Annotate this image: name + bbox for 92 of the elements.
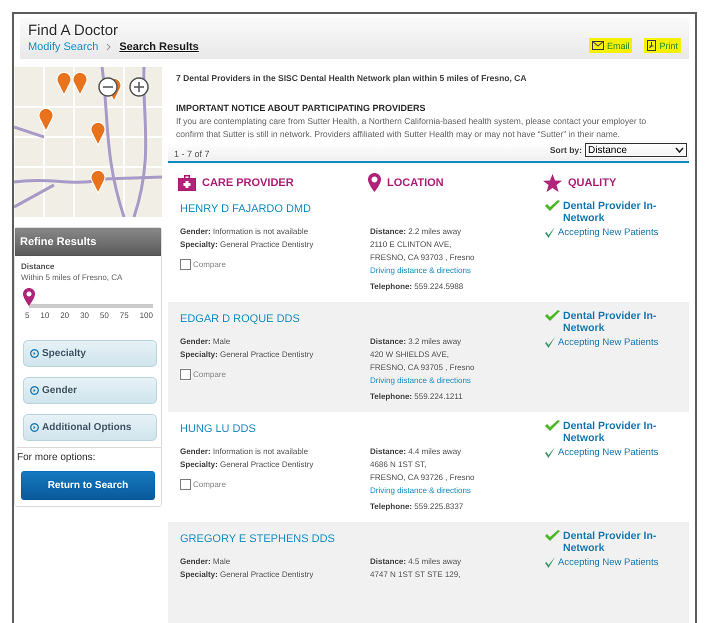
- column-header: CARE PROVIDER: [202, 176, 294, 188]
- directions-link[interactable]: Driving distance & directions: [370, 264, 471, 277]
- tick-label: 30: [80, 311, 89, 320]
- network-status-link[interactable]: Dental Provider In-Network: [563, 200, 673, 224]
- expand-icon: [30, 386, 39, 395]
- notice-title: IMPORTANT NOTICE ABOUT PARTICIPATING PROVIDERS: [176, 103, 426, 113]
- chevron-right-icon: [106, 43, 112, 51]
- checkbox[interactable]: [180, 479, 191, 490]
- column-header: QUALITY: [568, 176, 616, 188]
- directions-link[interactable]: Driving distance & directions: [370, 484, 471, 497]
- check-icon: [545, 227, 555, 238]
- compare-checkbox[interactable]: Compare: [180, 259, 226, 270]
- results-summary: 7 Dental Providers in the SISC Dental Health Network plan within 5 miles of Fresno, CA: [176, 73, 528, 83]
- zoom-in-button[interactable]: [129, 77, 149, 97]
- network-status-link[interactable]: Dental Provider In-Network: [563, 310, 673, 334]
- provider-gender: Gender: Male: [180, 556, 230, 568]
- email-link[interactable]: Email: [588, 38, 632, 53]
- provider-name-link[interactable]: HUNG LU DDS: [180, 423, 256, 435]
- address-line: FRESNO, CA 93726 , Fresno: [370, 472, 474, 484]
- provider-specialty: Specialty: General Practice Dentistry: [180, 569, 314, 581]
- telephone-text: Telephone: 559.224.1211: [370, 391, 463, 403]
- provider-name-link[interactable]: EDGAR D ROQUE DDS: [180, 313, 300, 325]
- sort-label: Sort by:: [550, 145, 582, 155]
- check-icon: [545, 447, 555, 458]
- address-line: 2110 E CLINTON AVE,: [370, 239, 452, 251]
- chevron-down-icon: [675, 147, 684, 153]
- envelope-icon: [592, 41, 604, 50]
- print-link[interactable]: Print: [644, 38, 681, 53]
- distance-text: Distance: 4.4 miles away: [370, 446, 462, 458]
- telephone-text: Telephone: 559.224.5988: [370, 281, 464, 293]
- accepting-patients-link[interactable]: Accepting New Patients: [558, 557, 658, 568]
- compare-checkbox[interactable]: Compare: [180, 479, 226, 490]
- tick-label: 10: [40, 311, 50, 320]
- tick-label: 20: [60, 311, 70, 320]
- distance-text: Distance: 2.2 miles away: [370, 226, 462, 238]
- check-icon: [545, 557, 555, 568]
- check-icon: [545, 337, 555, 348]
- document-icon: [647, 40, 656, 51]
- return-to-search-button[interactable]: Return to Search: [21, 471, 155, 500]
- notice-text: If you are contemplating care from Sutter Health, a Northern California-based health system, please contact your employer to confirm that Sutter is still in network. Providers affiliated with Sutter Health may or may not have “Sutter” in their name.: [176, 115, 648, 141]
- checkbox[interactable]: [180, 369, 191, 380]
- provider-specialty: Specialty: General Practice Dentistry: [180, 349, 314, 361]
- provider-specialty: Specialty: General Practice Dentistry: [180, 239, 314, 251]
- check-icon: [545, 530, 560, 542]
- tick-label: 50: [100, 311, 109, 320]
- address-line: FRESNO, CA 93703 , Fresno: [370, 252, 474, 264]
- network-status-link[interactable]: Dental Provider In-Network: [563, 420, 673, 444]
- distance-text: Distance: 3.2 miles away: [370, 336, 462, 348]
- provider-gender: Gender: Information is not available: [180, 226, 308, 238]
- check-icon: [545, 310, 560, 322]
- address-line: FRESNO, CA 93705 , Fresno: [370, 362, 474, 374]
- distance-text: Distance: 4.5 miles away: [370, 556, 462, 568]
- checkbox[interactable]: [180, 259, 191, 270]
- accepting-patients-link[interactable]: Accepting New Patients: [558, 337, 658, 348]
- directions-link[interactable]: Driving distance & directions: [370, 374, 471, 387]
- check-icon: [545, 200, 560, 212]
- sort-dropdown[interactable]: Distance: [585, 143, 687, 157]
- more-options-label: For more options:: [17, 447, 161, 463]
- accepting-patients-link[interactable]: Accepting New Patients: [558, 447, 658, 458]
- results-count: 1 - 7 of 7: [174, 149, 210, 161]
- filter-label: Distance: [21, 262, 56, 271]
- breadcrumb-link[interactable]: Search Results: [119, 41, 199, 53]
- page-title: Find A Doctor: [28, 22, 120, 39]
- filter-toggle[interactable]: Specialty: [23, 340, 157, 367]
- slider-handle[interactable]: [23, 288, 35, 306]
- map-pin-icon: [368, 173, 381, 192]
- filter-toggle[interactable]: Additional Options: [23, 414, 157, 441]
- provider-specialty: Specialty: General Practice Dentistry: [180, 459, 314, 471]
- panel-header: Refine Results: [15, 228, 161, 256]
- column-header: LOCATION: [387, 176, 444, 188]
- breadcrumb-link[interactable]: Modify Search: [28, 41, 98, 53]
- filter-value: Within 5 miles of Fresno, CA: [21, 273, 124, 282]
- telephone-text: Telephone: 559.225.8337: [370, 501, 464, 513]
- expand-icon: [30, 349, 39, 358]
- address-line: 4686 N 1ST ST,: [370, 459, 426, 471]
- star-icon: [543, 174, 562, 192]
- expand-icon: [30, 423, 39, 432]
- accepting-patients-link[interactable]: Accepting New Patients: [558, 227, 658, 238]
- address-line: 420 W SHIELDS AVE,: [370, 349, 449, 361]
- check-icon: [545, 420, 560, 432]
- tick-label: 75: [120, 311, 129, 320]
- zoom-out-button[interactable]: [98, 77, 118, 97]
- filter-toggle[interactable]: Gender: [23, 377, 157, 404]
- provider-gender: Gender: Male: [180, 336, 230, 348]
- address-line: 4747 N 1ST ST STE 129,: [370, 569, 460, 581]
- compare-checkbox[interactable]: Compare: [180, 369, 226, 380]
- provider-gender: Gender: Information is not available: [180, 446, 308, 458]
- provider-name-link[interactable]: HENRY D FAJARDO DMD: [180, 203, 312, 215]
- network-status-link[interactable]: Dental Provider In-Network: [563, 530, 673, 554]
- provider-name-link[interactable]: GREGORY E STEPHENS DDS: [180, 533, 335, 545]
- tick-label: 5: [25, 311, 30, 320]
- tick-label: 100: [140, 311, 153, 320]
